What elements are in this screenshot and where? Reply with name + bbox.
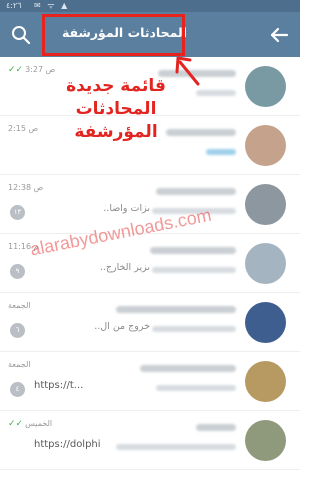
chat-time: الخميس — [25, 419, 53, 428]
chat-name-blurred — [150, 247, 236, 254]
chat-row[interactable]: الجمعة ٦ خروج من ال.. — [0, 293, 300, 352]
status-time: ٤:٢٦ — [6, 1, 22, 10]
chat-preview: https://t... — [34, 380, 84, 391]
title-highlight-box — [42, 14, 185, 56]
status-icons: ✉ ᯤ ▲ — [34, 1, 70, 10]
chat-time: الجمعة — [8, 360, 31, 369]
status-bar: ٤:٢٦ ✉ ᯤ ▲ — [0, 0, 300, 12]
annotation-line: قائمة جديدة — [66, 76, 166, 96]
avatar — [245, 243, 286, 284]
annotation-line: المؤرشفة — [74, 122, 158, 142]
annotation-arrow-icon — [175, 56, 200, 86]
unread-badge: ٩ — [10, 264, 25, 279]
chat-meta: 2:15 ص — [8, 124, 38, 133]
read-ticks-icon: ✓✓ — [8, 419, 24, 429]
read-ticks-icon: ✓✓ — [8, 65, 24, 75]
chat-preview-blurred — [116, 444, 236, 450]
chat-name-blurred — [116, 306, 236, 313]
chat-preview-blurred — [152, 267, 236, 273]
chat-time: الجمعة — [8, 301, 31, 310]
chat-name-blurred — [156, 188, 236, 195]
chat-name-blurred — [196, 424, 236, 431]
search-icon — [12, 26, 31, 45]
chat-row[interactable]: الجمعة ٤ https://t... — [0, 352, 300, 411]
avatar — [245, 125, 286, 166]
annotation-line: المحادثات — [75, 99, 157, 119]
chat-time: 2:15 ص — [8, 124, 39, 133]
chat-meta: الجمعة — [8, 360, 31, 369]
chat-meta: ✓✓ الخميس — [8, 419, 52, 429]
chat-meta: الجمعة — [8, 301, 31, 310]
unread-badge: ٤ — [10, 382, 25, 397]
chat-name-blurred — [140, 365, 236, 372]
chat-row[interactable]: ✓✓ الخميس https://dolphi — [0, 411, 300, 470]
annotation-text: قائمة جديدة المحادثات المؤرشفة — [60, 75, 172, 144]
chat-time: 3:27 ص — [25, 65, 56, 74]
avatar — [245, 361, 286, 402]
chat-name-blurred — [166, 129, 236, 136]
chat-meta: 12:38 ص — [8, 183, 43, 192]
chat-preview-blurred — [156, 385, 236, 391]
avatar — [245, 420, 286, 461]
unread-badge: ١٣ — [10, 205, 25, 220]
arrow-left-icon — [270, 27, 289, 43]
chat-preview: https://dolphi — [34, 439, 101, 450]
chat-preview: ىزير الخارج.. — [99, 262, 150, 273]
unread-badge: ٦ — [10, 323, 25, 338]
chat-meta: ✓✓ 3:27 ص — [8, 65, 55, 75]
chat-preview-blurred — [152, 326, 236, 332]
chat-preview: ىزات واضا.. — [103, 203, 150, 214]
chat-preview: خروج من ال.. — [94, 321, 150, 332]
chat-time: 12:38 ص — [8, 183, 44, 192]
avatar — [245, 66, 286, 107]
chat-preview-blurred — [206, 149, 236, 155]
search-button[interactable] — [4, 18, 38, 52]
avatar — [245, 302, 286, 343]
back-button[interactable] — [262, 18, 296, 52]
